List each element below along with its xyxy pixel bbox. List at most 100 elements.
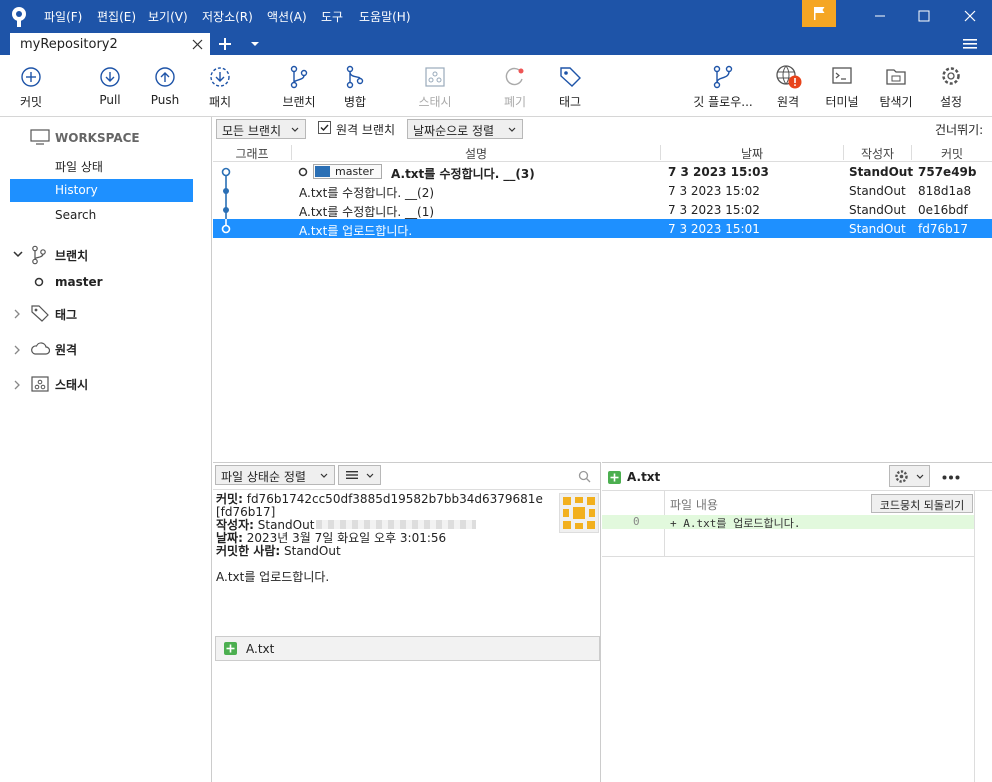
sidebar-item-file-status[interactable]: 파일 상태: [10, 155, 193, 178]
commit-date: 7 3 2023 15:02: [668, 184, 760, 198]
folder-icon: [886, 69, 906, 85]
scrollbar-track[interactable]: [974, 490, 975, 782]
hamburger-menu-icon[interactable]: [962, 37, 978, 51]
maximize-button[interactable]: [910, 8, 938, 24]
gitflow-button[interactable]: 깃 플로우...: [690, 55, 756, 117]
chevron-right-icon[interactable]: [14, 345, 21, 355]
remote-label: 원격: [776, 95, 800, 109]
table-row[interactable]: master A.txt를 수정합니다. __(3) 7 3 2023 15:0…: [213, 162, 992, 181]
flag-button[interactable]: [802, 0, 836, 27]
sidebar-item-search[interactable]: Search: [10, 205, 193, 228]
menu-actions[interactable]: 액션(A): [267, 8, 307, 25]
push-label: Push: [150, 93, 180, 107]
chevron-down-icon: [366, 473, 374, 478]
search-icon[interactable]: [578, 470, 591, 483]
revert-hunk-button[interactable]: 코드뭉치 되돌리기: [871, 494, 973, 513]
col-graph[interactable]: 그래프: [213, 145, 292, 161]
line-content: + A.txt를 업로드합니다.: [670, 517, 801, 530]
tags-heading[interactable]: 태그: [55, 306, 77, 323]
gitflow-icon: [713, 65, 733, 89]
chevron-down-icon: [320, 473, 328, 478]
branch-badge[interactable]: master: [313, 164, 382, 179]
tab-list-chevron-icon[interactable]: [250, 41, 260, 47]
file-list-item[interactable]: A.txt: [215, 636, 600, 661]
push-button[interactable]: Push: [145, 55, 185, 117]
pull-icon: [100, 67, 120, 87]
commit-date: 7 3 2023 15:03: [668, 165, 769, 179]
settings-button[interactable]: 설정: [930, 55, 972, 117]
toolbar: 커밋 Pull Push 패치 브랜치 병합 스태시 폐기 태그 깃 플로우..…: [0, 55, 992, 117]
stash-button[interactable]: 스태시: [412, 55, 458, 117]
terminal-button[interactable]: 터미널: [820, 55, 864, 117]
merge-button[interactable]: 병합: [335, 55, 375, 117]
new-tab-icon[interactable]: [217, 36, 233, 52]
file-added-icon: [224, 642, 237, 655]
table-row[interactable]: A.txt를 수정합니다. __(2) 7 3 2023 15:02 Stand…: [213, 181, 992, 200]
chevron-down-icon: [916, 474, 924, 479]
pull-button[interactable]: Pull: [90, 55, 130, 117]
pull-label: Pull: [99, 93, 121, 107]
commit-author: StandOut: [849, 222, 906, 236]
commit-date: 7 3 2023 15:02: [668, 203, 760, 217]
graph-node: [221, 219, 231, 234]
tab-repository[interactable]: myRepository2: [10, 33, 210, 55]
menu-tools[interactable]: 도구: [321, 8, 343, 25]
explorer-button[interactable]: 탐색기: [874, 55, 918, 117]
remote-branches-checkbox[interactable]: [318, 121, 331, 134]
stashes-heading[interactable]: 스태시: [55, 376, 88, 393]
date-value: 2023년 3월 7일 화요일 오후 3:01:56: [246, 531, 447, 545]
commit-button[interactable]: 커밋: [10, 55, 52, 117]
menu-repository[interactable]: 저장소(R): [202, 8, 253, 25]
history-label: History: [55, 183, 98, 197]
menu-edit[interactable]: 편집(E): [97, 8, 136, 25]
col-description[interactable]: 설명: [292, 145, 661, 161]
file-name: A.txt: [246, 642, 275, 656]
commit-details-panel: 파일 상태순 정렬 커밋: fd76b1742cc50df3885d19582b…: [213, 462, 601, 782]
sidebar-item-history[interactable]: History: [10, 179, 193, 202]
gear-icon: [895, 470, 908, 483]
minimize-button[interactable]: [866, 8, 894, 24]
diff-options-dropdown[interactable]: [889, 465, 930, 487]
chevron-right-icon[interactable]: [14, 309, 21, 319]
menu-file[interactable]: 파일(F): [44, 8, 82, 25]
chevron-right-icon[interactable]: [14, 380, 21, 390]
more-options-icon[interactable]: [942, 475, 960, 480]
diff-line-added: 0 + A.txt를 업로드합니다.: [602, 515, 974, 530]
commit-author: StandOut: [849, 165, 914, 179]
branches-heading[interactable]: 브랜치: [55, 247, 88, 264]
close-tab-icon[interactable]: [192, 39, 203, 50]
branch-badge-label: master: [335, 165, 374, 178]
col-commit[interactable]: 커밋: [912, 145, 992, 161]
remote-button[interactable]: 원격: [768, 55, 808, 117]
discard-button[interactable]: 폐기: [494, 55, 536, 117]
all-branches-dropdown[interactable]: 모든 브랜치: [216, 119, 306, 139]
commit-hash: fd76b17: [918, 222, 968, 236]
menu-help[interactable]: 도움말(H): [359, 8, 411, 25]
branch-icon: [32, 245, 46, 265]
table-row[interactable]: A.txt를 수정합니다. __(1) 7 3 2023 15:02 Stand…: [213, 200, 992, 219]
chevron-down-icon[interactable]: [13, 251, 23, 258]
terminal-label: 터미널: [825, 95, 859, 109]
sort-dropdown[interactable]: 날짜순으로 정렬: [407, 119, 523, 139]
view-mode-dropdown[interactable]: [338, 465, 381, 485]
col-author[interactable]: 작성자: [844, 145, 912, 161]
tag-button[interactable]: 태그: [549, 55, 591, 117]
remotes-heading[interactable]: 원격: [55, 341, 77, 358]
col-date[interactable]: 날짜: [661, 145, 844, 161]
menu-view[interactable]: 보기(V): [148, 8, 188, 25]
branch-button[interactable]: 브랜치: [278, 55, 320, 117]
fetch-icon: [210, 67, 230, 87]
fetch-button[interactable]: 패치: [200, 55, 240, 117]
merge-label: 병합: [343, 95, 367, 109]
push-icon: [155, 67, 175, 87]
table-row-selected[interactable]: A.txt를 업로드합니다. 7 3 2023 15:01 StandOut f…: [213, 219, 992, 238]
search-label: Search: [55, 208, 97, 222]
close-window-button[interactable]: [956, 8, 984, 24]
commit-info: 커밋: fd76b1742cc50df3885d19582b7bb34d6379…: [216, 493, 543, 584]
sidebar-item-master[interactable]: master: [55, 275, 103, 289]
flag-icon: [814, 7, 825, 20]
skip-label[interactable]: 건너뛰기:: [935, 121, 983, 138]
avatar: [559, 493, 599, 533]
workspace-heading: WORKSPACE: [55, 131, 140, 145]
file-sort-dropdown[interactable]: 파일 상태순 정렬: [215, 465, 335, 485]
